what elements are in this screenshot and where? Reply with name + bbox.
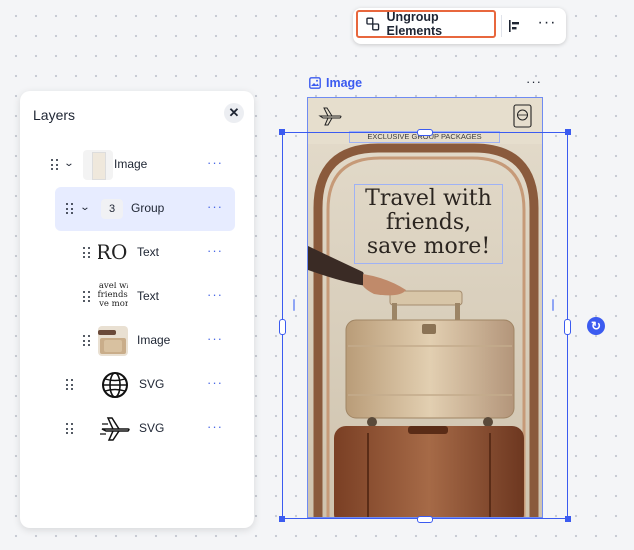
- layers-panel: Layers ✕ ⌄ Image ··· ⌄ 3 Group ··· RO Te…: [20, 91, 254, 528]
- resize-handle-top-right[interactable]: [565, 129, 571, 135]
- layer-row-group[interactable]: ⌄ 3 Group ···: [20, 187, 254, 231]
- layer-thumbnail: ROU: [98, 238, 128, 268]
- layer-row-image[interactable]: Image ···: [20, 319, 254, 363]
- rotate-icon: ↻: [590, 319, 602, 333]
- selected-element-name: Image: [326, 76, 363, 90]
- suitcase-thumbnail: [98, 330, 126, 354]
- chevron-down-icon[interactable]: ⌄: [64, 158, 77, 170]
- text-thumbnail: avel wi friends, ve mor: [98, 282, 128, 309]
- layer-row-svg[interactable]: SVG ···: [20, 407, 254, 451]
- group-count-badge: 3: [101, 199, 123, 219]
- layer-thumbnail: avel wi friends, ve mor: [98, 282, 128, 312]
- toolbar-divider: [501, 15, 502, 37]
- layer-more-button[interactable]: ···: [207, 419, 223, 434]
- resize-handle-top-left[interactable]: [279, 129, 285, 135]
- rotate-handle[interactable]: ↻: [587, 317, 605, 335]
- layer-label: SVG: [139, 421, 165, 435]
- inner-handle-left[interactable]: [293, 299, 295, 311]
- resize-handle-bottom[interactable]: [417, 516, 433, 523]
- align-left-icon: [509, 20, 519, 32]
- drag-handle-icon[interactable]: [66, 422, 74, 436]
- drag-handle-icon[interactable]: [51, 158, 59, 172]
- chevron-down-icon[interactable]: ⌄: [80, 202, 93, 214]
- layer-row-image[interactable]: ⌄ Image ···: [20, 143, 254, 187]
- context-toolbar: Ungroup Elements ···: [353, 8, 566, 44]
- headline-text[interactable]: Travel with friends, save more!: [354, 184, 503, 264]
- drag-handle-icon[interactable]: [66, 202, 74, 216]
- drag-handle-icon[interactable]: [83, 246, 91, 260]
- layer-label: Text: [137, 289, 160, 303]
- layers-panel-title: Layers: [33, 107, 76, 123]
- drag-handle-icon[interactable]: [83, 290, 91, 304]
- close-icon: ✕: [228, 105, 240, 120]
- ungroup-elements-button[interactable]: Ungroup Elements: [356, 10, 496, 38]
- layer-row-svg[interactable]: SVG ···: [20, 363, 254, 407]
- layer-thumbnail: [100, 370, 130, 400]
- close-button[interactable]: ✕: [224, 103, 244, 123]
- text-thumbnail: ROU: [98, 240, 128, 264]
- layer-thumbnail: [83, 150, 113, 180]
- resize-handle-right[interactable]: [564, 319, 571, 335]
- layer-more-button[interactable]: ···: [207, 199, 223, 214]
- resize-handle-bottom-right[interactable]: [565, 516, 571, 522]
- layer-more-button[interactable]: ···: [207, 155, 223, 170]
- ungroup-elements-label: Ungroup Elements: [386, 10, 443, 38]
- poster-image[interactable]: [307, 97, 543, 518]
- layer-label: Group: [131, 201, 165, 215]
- layer-label: Image: [137, 333, 171, 347]
- layer-label: Text: [137, 245, 160, 259]
- element-more-button[interactable]: ···: [526, 74, 542, 89]
- inner-handle-right[interactable]: [552, 299, 554, 311]
- drag-handle-icon[interactable]: [66, 378, 74, 392]
- layer-thumbnail: [98, 326, 128, 356]
- layer-label: Image: [114, 157, 148, 171]
- layer-row-text[interactable]: ROU Text ···: [20, 231, 254, 275]
- selected-element-label[interactable]: Image: [309, 76, 362, 90]
- globe-icon: [102, 372, 128, 398]
- ungroup-icon: [366, 17, 380, 31]
- layer-more-button[interactable]: ···: [207, 375, 223, 390]
- drag-handle-icon[interactable]: [83, 334, 91, 348]
- layer-more-button[interactable]: ···: [207, 287, 223, 302]
- airplane-icon: [100, 417, 130, 441]
- toolbar-more-button[interactable]: ···: [535, 14, 559, 36]
- resize-handle-bottom-left[interactable]: [279, 516, 285, 522]
- align-button[interactable]: [505, 16, 525, 36]
- layer-row-text[interactable]: avel wi friends, ve mor Text ···: [20, 275, 254, 319]
- layer-more-button[interactable]: ···: [207, 243, 223, 258]
- layer-thumbnail: [100, 414, 130, 444]
- image-icon: [309, 77, 321, 89]
- resize-handle-left[interactable]: [279, 319, 286, 335]
- resize-handle-top[interactable]: [417, 129, 433, 136]
- layer-label: SVG: [139, 377, 165, 391]
- poster-artwork: [308, 98, 542, 517]
- layer-more-button[interactable]: ···: [207, 331, 223, 346]
